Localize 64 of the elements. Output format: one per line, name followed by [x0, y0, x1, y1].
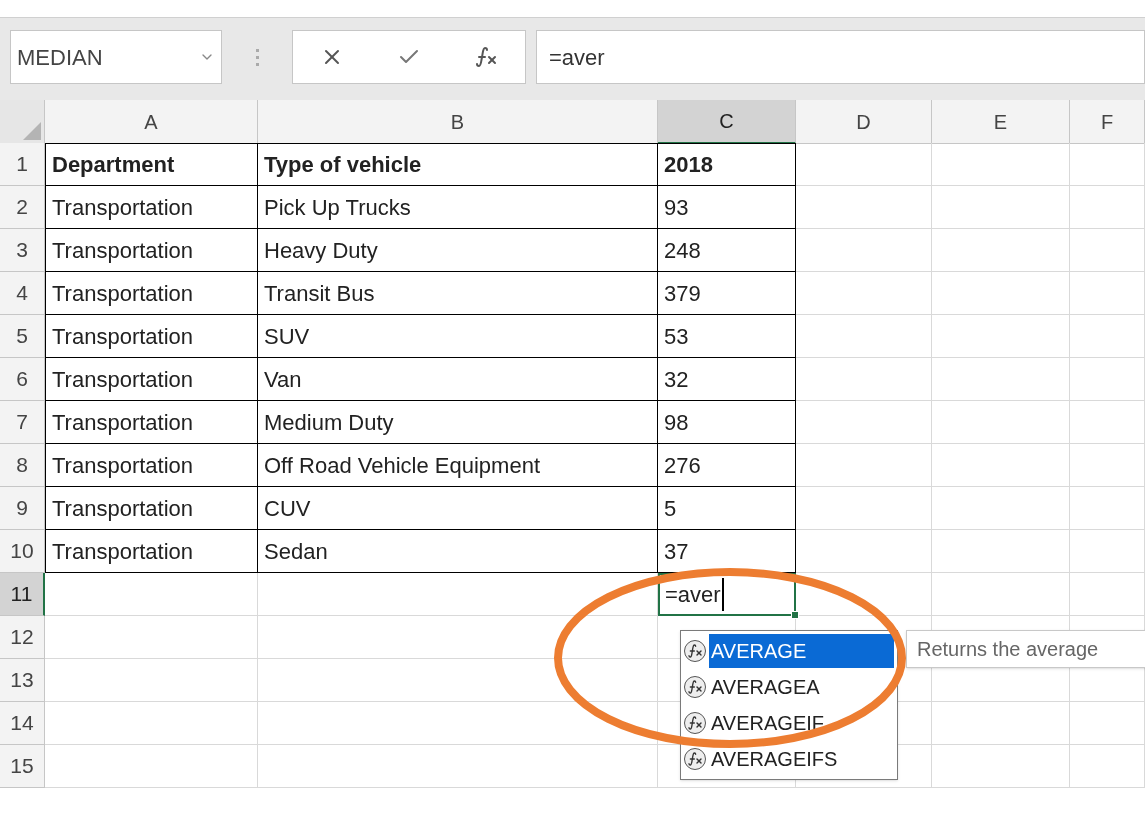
row-header[interactable]: 15 [0, 745, 45, 788]
function-icon[interactable] [474, 45, 499, 69]
function-icon [684, 640, 706, 662]
row-header[interactable]: 8 [0, 444, 45, 487]
function-suggestion[interactable]: AVERAGEIF [709, 706, 894, 740]
function-icon [684, 748, 706, 770]
table-cell: 93 [658, 186, 796, 229]
row-header[interactable]: 9 [0, 487, 45, 530]
table-cell: SUV [258, 315, 658, 358]
table-cell: 379 [658, 272, 796, 315]
column-header[interactable]: F [1070, 100, 1145, 144]
table-cell: Type of vehicle [258, 143, 658, 186]
row-header[interactable]: 11 [0, 573, 45, 616]
table-cell: 5 [658, 487, 796, 530]
column-header[interactable]: B [258, 100, 658, 144]
table-cell: Department [45, 143, 258, 186]
table-cell: Medium Duty [258, 401, 658, 444]
column-header[interactable]: E [932, 100, 1070, 144]
row-header[interactable]: 2 [0, 186, 45, 229]
table-cell: Transportation [45, 315, 258, 358]
row-header[interactable]: 7 [0, 401, 45, 444]
table-cell: Transportation [45, 229, 258, 272]
table-cell: 276 [658, 444, 796, 487]
function-tooltip: Returns the average [906, 630, 1145, 668]
table-cell: Transportation [45, 358, 258, 401]
column-header[interactable]: A [45, 100, 258, 144]
column-header[interactable]: C [658, 100, 796, 144]
row-header[interactable]: 10 [0, 530, 45, 573]
table-cell: 2018 [658, 143, 796, 186]
table-cell: Off Road Vehicle Equipment [258, 444, 658, 487]
grip-icon [255, 48, 259, 66]
table-cell: CUV [258, 487, 658, 530]
name-box[interactable]: MEDIAN [10, 30, 222, 84]
row-header[interactable]: 4 [0, 272, 45, 315]
table-cell: Transportation [45, 530, 258, 573]
table-cell: 248 [658, 229, 796, 272]
table-cell: Transportation [45, 487, 258, 530]
table-cell: Transportation [45, 186, 258, 229]
function-icon [684, 676, 706, 698]
formula-field[interactable]: =aver [536, 30, 1145, 84]
row-header[interactable]: 3 [0, 229, 45, 272]
table-cell: 32 [658, 358, 796, 401]
row-header[interactable]: 1 [0, 143, 45, 186]
table-cell: Transportation [45, 401, 258, 444]
function-icon [684, 712, 706, 734]
table-cell: Transportation [45, 444, 258, 487]
fill-handle[interactable] [791, 611, 799, 619]
column-header[interactable]: D [796, 100, 932, 144]
row-header[interactable]: 13 [0, 659, 45, 702]
function-suggestion[interactable]: AVERAGEIFS [709, 742, 894, 776]
table-cell: Heavy Duty [258, 229, 658, 272]
row-header[interactable]: 5 [0, 315, 45, 358]
table-cell: Pick Up Trucks [258, 186, 658, 229]
table-cell: Van [258, 358, 658, 401]
function-suggestion[interactable]: AVERAGEA [709, 670, 894, 704]
table-cell: 53 [658, 315, 796, 358]
table-cell: Transit Bus [258, 272, 658, 315]
row-header[interactable]: 14 [0, 702, 45, 745]
function-suggestion[interactable]: AVERAGE [709, 634, 894, 668]
table-cell: 98 [658, 401, 796, 444]
table-cell: Transportation [45, 272, 258, 315]
row-header[interactable]: 12 [0, 616, 45, 659]
row-header[interactable]: 6 [0, 358, 45, 401]
table-cell: Sedan [258, 530, 658, 573]
